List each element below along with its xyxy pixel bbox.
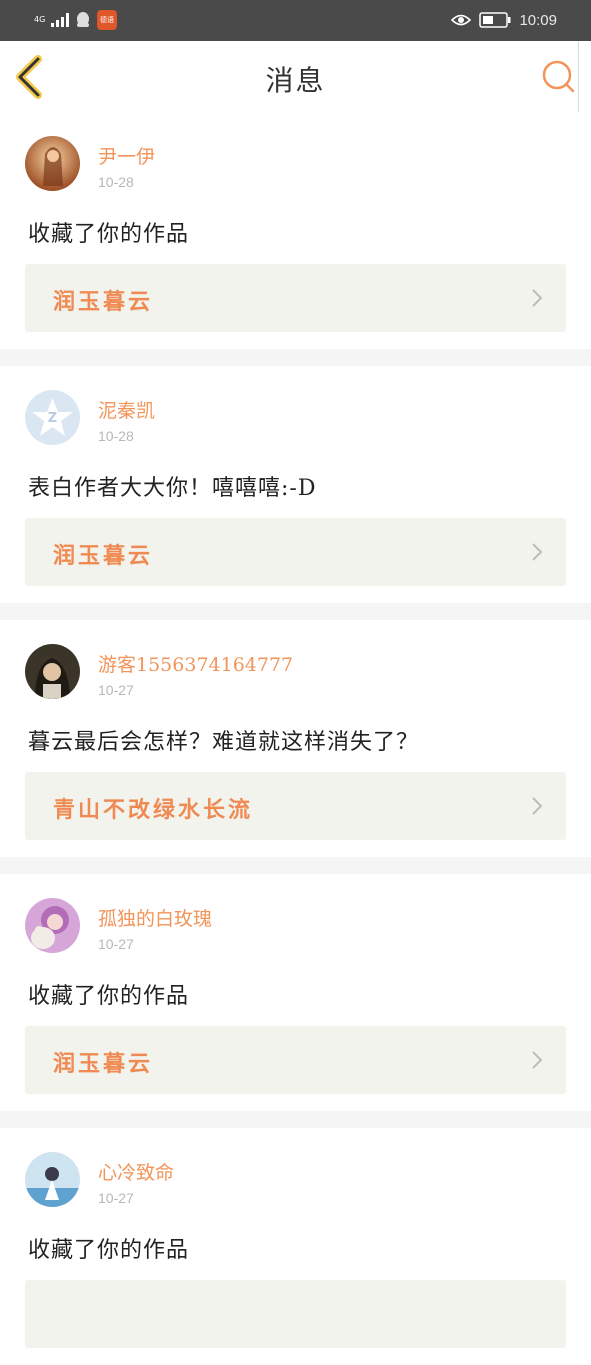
avatar[interactable] <box>25 136 80 191</box>
qq-icon <box>77 12 89 27</box>
chevron-right-icon <box>532 289 543 307</box>
work-link[interactable]: 润玉暮云 <box>25 1026 566 1094</box>
work-title: 润玉暮云 <box>53 543 154 569</box>
work-title: 润玉暮云 <box>53 1051 154 1077</box>
user-name[interactable]: 泥秦凯 <box>98 396 155 423</box>
message-item: 心冷致命 10-27 收藏了你的作品 <box>0 1128 591 1365</box>
user-name[interactable]: 游客1556374164777 <box>98 650 293 677</box>
message-item: Z 泥秦凯 10-28 表白作者大大你！嘻嘻嘻:-D 润玉暮云 <box>0 366 591 603</box>
work-link[interactable]: 润玉暮云 <box>25 264 566 332</box>
message-item: 孤独的白玫瑰 10-27 收藏了你的作品 润玉暮云 <box>0 874 591 1111</box>
avatar[interactable] <box>25 1152 80 1207</box>
message-item: 尹一伊 10-28 收藏了你的作品 润玉暮云 <box>0 112 591 349</box>
message-text: 暮云最后会怎样？难道就这样消失了？ <box>28 730 420 755</box>
message-date: 10-27 <box>98 682 134 698</box>
message-date: 10-27 <box>98 936 134 952</box>
search-icon <box>542 60 575 93</box>
message-date: 10-27 <box>98 1190 134 1206</box>
user-name[interactable]: 尹一伊 <box>98 142 155 169</box>
divider <box>0 349 591 366</box>
chevron-right-icon <box>532 797 543 815</box>
status-left: 4G 德语 <box>34 10 117 30</box>
user-name[interactable]: 心冷致命 <box>98 1158 174 1185</box>
work-link[interactable]: 润玉暮云 <box>25 518 566 586</box>
message-date: 10-28 <box>98 428 134 444</box>
message-item: 游客1556374164777 10-27 暮云最后会怎样？难道就这样消失了？ … <box>0 620 591 857</box>
message-text: 收藏了你的作品 <box>28 984 190 1009</box>
avatar[interactable] <box>25 898 80 953</box>
message-list: 尹一伊 10-28 收藏了你的作品 润玉暮云 Z 泥秦凯 10-28 表白作者大… <box>0 112 591 1365</box>
status-bar: 4G 德语 10:09 <box>0 0 591 41</box>
qq-default-avatar-icon: Z <box>25 390 80 445</box>
work-title: 润玉暮云 <box>53 289 154 315</box>
signal-icon <box>51 13 69 27</box>
chevron-right-icon <box>532 1051 543 1069</box>
user-name[interactable]: 孤独的白玫瑰 <box>98 904 212 931</box>
user-avatar-image <box>25 1152 80 1207</box>
message-text: 收藏了你的作品 <box>28 1238 190 1263</box>
divider <box>0 857 591 874</box>
svg-text:Z: Z <box>48 411 57 426</box>
message-date: 10-28 <box>98 174 134 190</box>
avatar[interactable] <box>25 644 80 699</box>
work-link[interactable] <box>25 1280 566 1348</box>
message-text: 表白作者大大你！嘻嘻嘻:-D <box>28 476 317 501</box>
battery-icon <box>479 12 511 28</box>
divider <box>0 603 591 620</box>
user-avatar-image <box>25 136 80 191</box>
app-notification-icon: 德语 <box>97 10 117 30</box>
avatar[interactable]: Z <box>25 390 80 445</box>
divider <box>0 1111 591 1128</box>
chevron-right-icon <box>532 543 543 561</box>
user-avatar-image <box>25 898 80 953</box>
status-right: 10:09 <box>451 10 557 30</box>
network-type: 4G <box>34 15 46 24</box>
page-title: 消息 <box>265 64 326 97</box>
message-text: 收藏了你的作品 <box>28 222 190 247</box>
user-avatar-image <box>25 644 80 699</box>
search-button[interactable] <box>541 59 577 95</box>
clock: 10:09 <box>519 11 557 29</box>
eye-comfort-icon <box>451 14 472 26</box>
work-title: 青山不改绿水长流 <box>53 797 254 823</box>
top-nav-bar: 消息 <box>0 41 591 113</box>
work-link[interactable]: 青山不改绿水长流 <box>25 772 566 840</box>
